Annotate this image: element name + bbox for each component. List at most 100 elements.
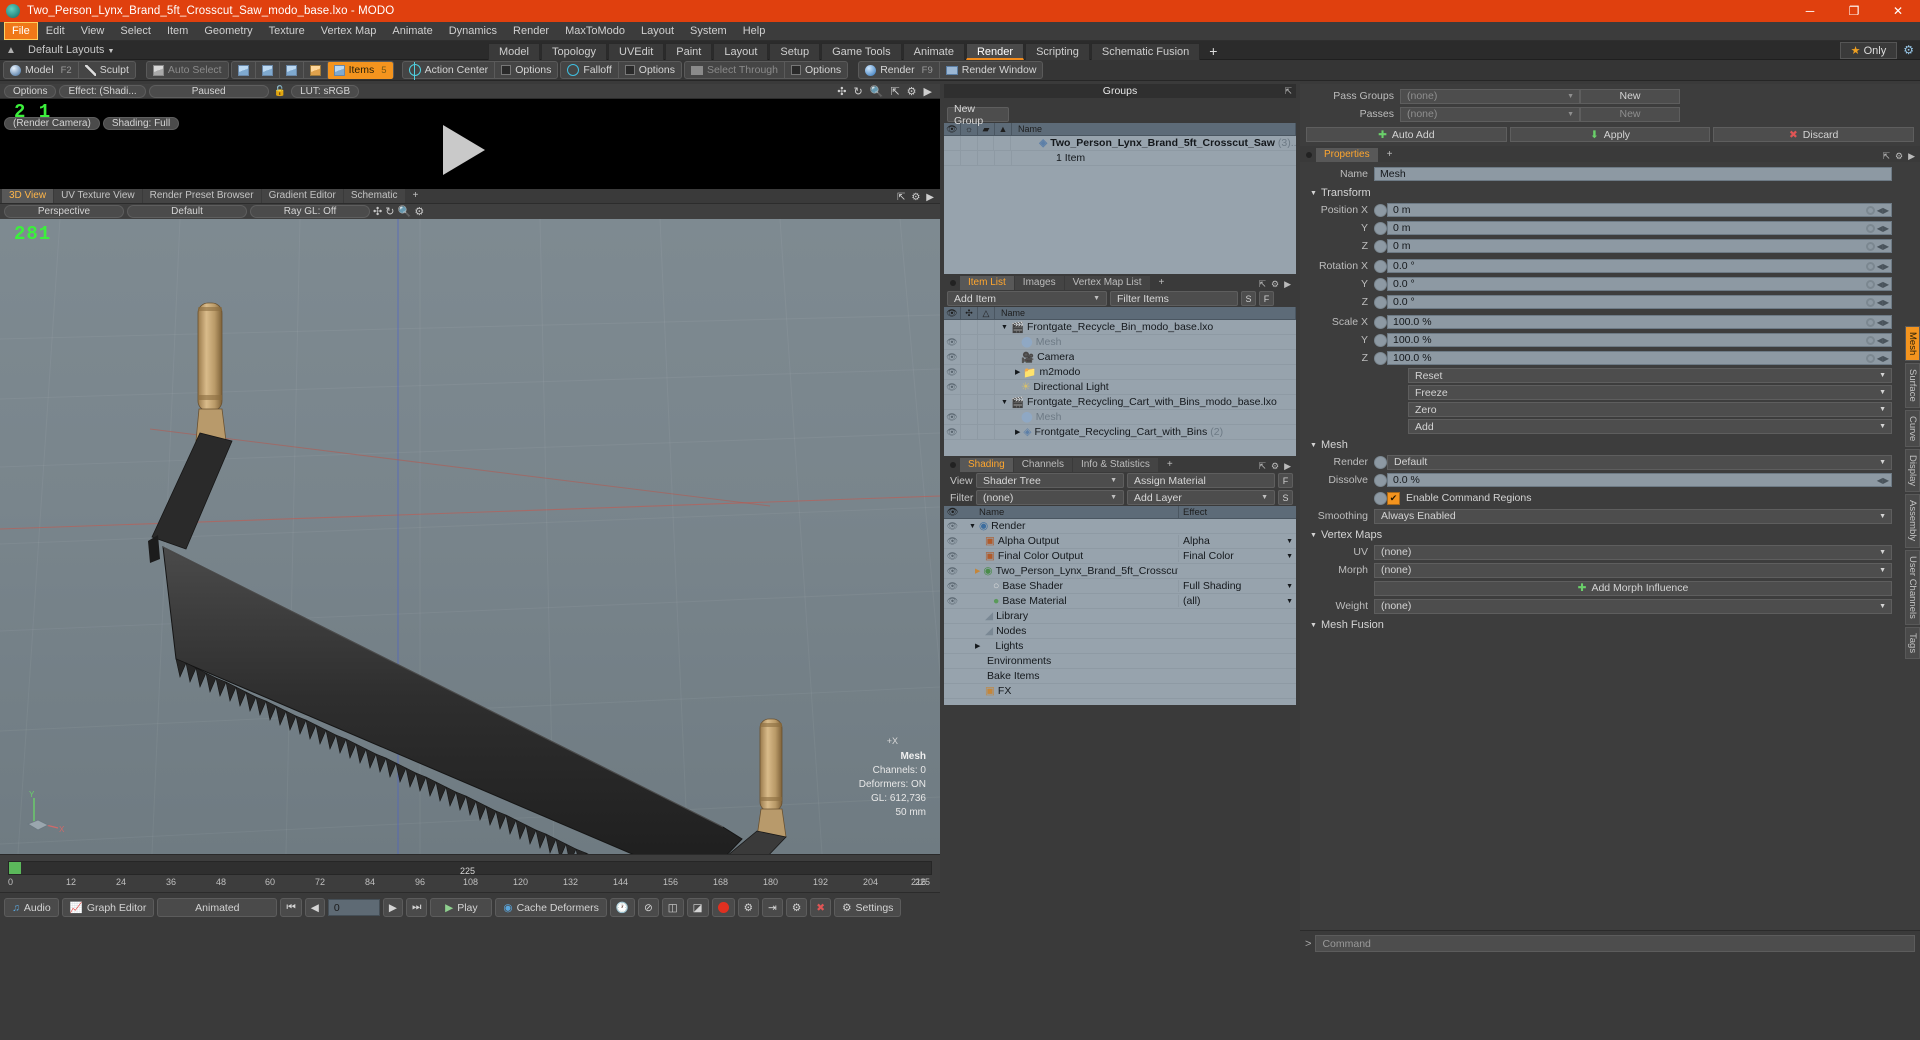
item-list-tree-body[interactable]: ▼ 🎬 Frontgate_Recycle_Bin_modo_base.lxo … xyxy=(944,319,1296,456)
row-visibility-toggle[interactable]: 👁 xyxy=(944,596,961,607)
record-button[interactable] xyxy=(711,898,735,917)
expand-icon[interactable]: ⇱ xyxy=(1258,279,1266,290)
name-field[interactable]: Mesh xyxy=(1374,167,1892,181)
zero-dropdown[interactable]: Zero ▼ xyxy=(1408,402,1892,417)
tab-layout[interactable]: Layout xyxy=(713,42,769,60)
vtab-user-channels[interactable]: User Channels xyxy=(1905,549,1920,625)
delete-key-button[interactable]: ✖ xyxy=(810,898,832,917)
row-visibility-toggle[interactable]: 👁 xyxy=(944,521,961,532)
settings-button[interactable]: ⚙ Settings xyxy=(834,898,902,917)
scale-z-anim-toggle[interactable] xyxy=(1374,351,1387,365)
shader-view-dropdown[interactable]: Shader Tree ▼ xyxy=(976,473,1124,488)
mesh-section-header[interactable]: ▼ Mesh xyxy=(1300,436,1898,454)
list-item[interactable]: Environments xyxy=(944,654,1296,669)
filter-f-button[interactable]: F xyxy=(1259,291,1274,306)
scale-z-field[interactable]: 100.0 % ◀▶ xyxy=(1387,351,1892,365)
table-row[interactable]: 👁 ☀ Directional Light xyxy=(944,379,1296,395)
gear-icon[interactable]: ⚙ xyxy=(1271,461,1279,472)
select-through-button[interactable]: Select Through xyxy=(685,62,784,79)
mesh-fusion-section-header[interactable]: ▼ Mesh Fusion xyxy=(1300,616,1898,634)
clock-icon-button[interactable]: 🕐 xyxy=(609,898,635,917)
shader-tree-body[interactable]: 👁 ▼ ◉ Render 👁 ▣ Alpha Output Alpha ▼ 👁 … xyxy=(944,519,1296,705)
menu-item-select[interactable]: Select xyxy=(112,22,159,40)
row-move-toggle[interactable] xyxy=(961,424,978,440)
polygons-mode-button[interactable] xyxy=(278,61,303,79)
mesh-render-anim-toggle[interactable] xyxy=(1374,455,1387,469)
expander-down-icon[interactable]: ▼ xyxy=(1001,324,1008,331)
assign-f-button[interactable]: F xyxy=(1278,473,1293,488)
key-filter-button[interactable]: ⚙ xyxy=(737,898,760,917)
tab-3d-view[interactable]: 3D View xyxy=(2,189,54,203)
row-effect[interactable]: (all) ▼ xyxy=(1178,595,1296,607)
vertex-maps-section-header[interactable]: ▼ Vertex Maps xyxy=(1300,526,1898,544)
zoom-icon[interactable]: 🔍 xyxy=(398,206,412,218)
next-frame-button[interactable]: ▶ xyxy=(382,898,403,917)
row-visibility-toggle[interactable] xyxy=(944,150,961,166)
minimize-button[interactable]: ─ xyxy=(1788,0,1832,22)
vertices-mode-button[interactable] xyxy=(232,62,255,79)
panel-drag-dot[interactable] xyxy=(950,280,956,286)
expand-icon[interactable]: ⇱ xyxy=(1258,461,1266,472)
row-visibility-toggle[interactable]: 👁 xyxy=(944,409,961,425)
tab-properties[interactable]: Properties xyxy=(1316,148,1378,162)
groups-tree-body[interactable]: ◈ Two_Person_Lynx_Brand_5ft_Crosscut_Saw… xyxy=(944,135,1296,274)
row-render-toggle[interactable] xyxy=(961,135,978,151)
position-z-arrows-icon[interactable]: ◀▶ xyxy=(1877,242,1889,251)
row-transform-toggle[interactable] xyxy=(978,424,995,440)
scale-x-anim-toggle[interactable] xyxy=(1374,315,1387,329)
list-item[interactable]: Bake Items xyxy=(944,669,1296,684)
menu-item-maxtomodo[interactable]: MaxToModo xyxy=(557,22,633,40)
render-window-button[interactable]: Render Window xyxy=(938,61,1043,79)
viewport-3d-canvas[interactable]: 281 Mesh Channels: 0 Deformers: ON GL: 6… xyxy=(0,219,940,854)
falloff-options-button[interactable]: Options xyxy=(617,61,681,79)
play-button-overlay[interactable] xyxy=(443,125,485,175)
transform-section-header[interactable]: ▼ Transform xyxy=(1300,184,1898,202)
command-regions-anim-toggle[interactable] xyxy=(1374,491,1387,505)
sculpt-mode-button[interactable]: Sculpt xyxy=(77,61,135,79)
menu-item-view[interactable]: View xyxy=(73,22,113,40)
rotate-icon[interactable]: ↻ xyxy=(385,206,394,218)
morph-dropdown[interactable]: (none) ▼ xyxy=(1374,562,1892,578)
rotation-y-arrows-icon[interactable]: ◀▶ xyxy=(1877,280,1889,289)
filter-s-button[interactable]: S xyxy=(1241,291,1256,306)
filter-items-input[interactable]: Filter Items xyxy=(1110,291,1238,306)
row-visibility-toggle[interactable]: 👁 xyxy=(944,581,961,592)
tab-topology[interactable]: Topology xyxy=(540,42,608,60)
dissolve-anim-toggle[interactable] xyxy=(1374,473,1387,487)
render-shading-dropdown[interactable]: Shading: Full xyxy=(102,116,180,130)
render-button[interactable]: Render F9 xyxy=(859,62,939,79)
row-transform-toggle[interactable] xyxy=(978,334,995,350)
table-row[interactable]: 👁 ▶ ◈ Frontgate_Recycling_Cart_with_Bins… xyxy=(944,424,1296,440)
rotation-y-anim-toggle[interactable] xyxy=(1374,277,1387,291)
position-y-arrows-icon[interactable]: ◀▶ xyxy=(1877,224,1889,233)
rotation-x-knob[interactable] xyxy=(1866,261,1875,271)
smoothing-dropdown[interactable]: Always Enabled ▼ xyxy=(1374,508,1892,524)
row-transform-toggle[interactable] xyxy=(978,409,995,425)
rotation-x-field[interactable]: 0.0 ° ◀▶ xyxy=(1387,259,1892,273)
tab-render[interactable]: Render xyxy=(965,42,1025,60)
tab-uvedit[interactable]: UVEdit xyxy=(608,42,665,60)
apply-button[interactable]: ⬇ Apply xyxy=(1509,127,1711,142)
panel-drag-dot[interactable] xyxy=(1306,152,1312,158)
table-row[interactable]: 👁 🎥 Camera xyxy=(944,349,1296,365)
viewport-add-tab-button[interactable]: + xyxy=(406,189,426,203)
row-visibility-toggle[interactable] xyxy=(944,394,961,410)
position-y-knob[interactable] xyxy=(1866,223,1875,233)
select-through-options-button[interactable]: Options xyxy=(784,61,847,79)
row-move-toggle[interactable] xyxy=(961,334,978,350)
vtab-display[interactable]: Display xyxy=(1905,449,1920,493)
restrict-icon-button[interactable]: ⊘ xyxy=(637,898,659,917)
expander-right-icon[interactable]: ▶ xyxy=(1015,368,1020,376)
list-item[interactable]: 👁 ▼ ◉ Render xyxy=(944,519,1296,534)
position-z-knob[interactable] xyxy=(1866,241,1875,251)
vtab-tags[interactable]: Tags xyxy=(1905,626,1920,659)
autokey-button[interactable]: ⚙ xyxy=(785,898,808,917)
render-preview-canvas[interactable]: 2 1 (Render Camera) Shading: Full xyxy=(0,99,940,189)
list-item[interactable]: 👁 ● Base Material (all) ▼ xyxy=(944,594,1296,609)
uv-dropdown[interactable]: (none) ▼ xyxy=(1374,544,1892,560)
previous-frame-button[interactable]: ◀ xyxy=(304,898,325,917)
pan-icon[interactable]: ✣ xyxy=(837,85,846,98)
list-item[interactable]: ◢ Nodes xyxy=(944,624,1296,639)
pass-groups-new-button[interactable]: New xyxy=(1580,88,1680,104)
add-item-button[interactable]: Add Item ▼ xyxy=(947,291,1107,306)
